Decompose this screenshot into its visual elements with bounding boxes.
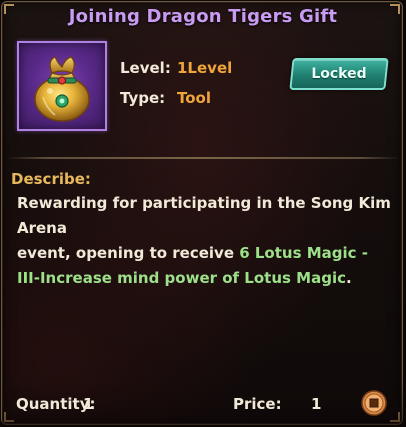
item-title: Joining Dragon Tigers Gift [68, 6, 338, 27]
price-value: 1 [311, 395, 322, 413]
item-icon-slot[interactable] [17, 41, 107, 131]
type-label: Type: [120, 89, 166, 107]
describe-heading: Describe: [11, 170, 91, 188]
locked-status-badge: Locked [289, 58, 389, 90]
description-highlight: III-Increase mind power of Lotus Magic [17, 269, 346, 287]
gold-treasure-bag-icon [34, 56, 90, 122]
description-text: Rewarding for participating in the Song … [17, 191, 395, 291]
locked-badge-label: Locked [311, 66, 367, 82]
description-line: event, opening to receive 6 Lotus Magic … [17, 241, 395, 266]
price-label: Price: [233, 395, 282, 413]
description-line: Rewarding for participating in the Song … [17, 194, 391, 237]
level-value: 1Level [177, 59, 233, 77]
level-label: Level: [120, 59, 171, 77]
description-text-segment: event, opening to receive [17, 244, 240, 262]
description-line: III-Increase mind power of Lotus Magic. [17, 266, 395, 291]
copper-coin-icon [361, 390, 387, 416]
description-highlight: 6 Lotus Magic - [239, 244, 369, 262]
description-text-segment: . [345, 269, 352, 287]
quantity-value: 1 [83, 395, 94, 413]
type-value: Tool [177, 89, 211, 107]
section-divider [6, 157, 400, 159]
